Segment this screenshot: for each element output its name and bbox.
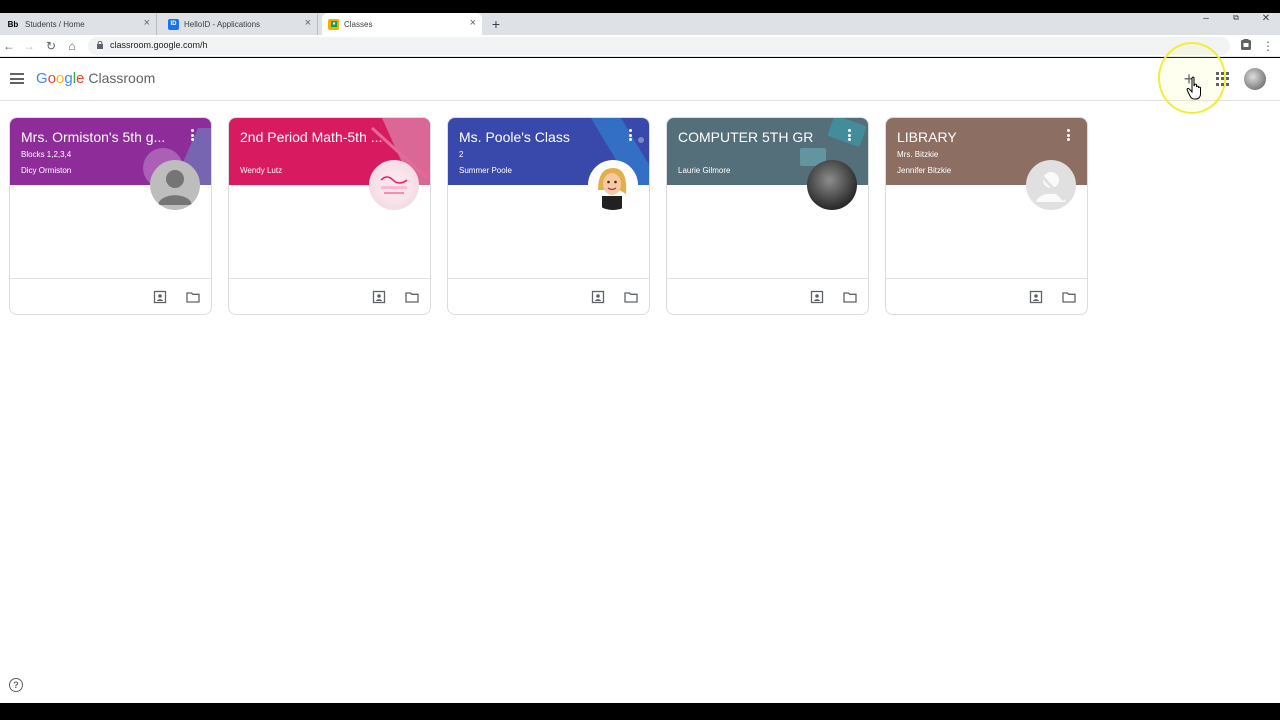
reload-button[interactable]: ↻ bbox=[42, 37, 60, 55]
teacher-name: Laurie Gilmore bbox=[678, 166, 731, 175]
lock-icon bbox=[97, 41, 103, 49]
classroom-icon bbox=[328, 18, 339, 30]
class-title[interactable]: Mrs. Ormiston's 5th g... bbox=[21, 129, 181, 145]
card-footer bbox=[229, 278, 430, 314]
helloid-icon: ID bbox=[168, 18, 179, 30]
teacher-name: Jennifer Bitzkie bbox=[897, 166, 952, 175]
account-avatar[interactable] bbox=[1244, 68, 1266, 90]
class-title[interactable]: COMPUTER 5TH GR bbox=[678, 129, 838, 145]
folder-icon[interactable] bbox=[624, 290, 638, 304]
more-options-icon[interactable] bbox=[1067, 129, 1073, 143]
new-tab-button[interactable]: + bbox=[488, 13, 504, 35]
gradebook-icon[interactable] bbox=[153, 290, 167, 304]
tab-classes[interactable]: Classes × bbox=[322, 13, 482, 35]
card-footer bbox=[886, 278, 1087, 314]
browser-menu-button[interactable]: ⋮ bbox=[1262, 37, 1274, 55]
classroom-page: Google Classroom + Mrs. Ormiston's 5th g… bbox=[0, 42, 1280, 703]
back-button[interactable]: ← bbox=[0, 37, 18, 55]
product-name: Classroom bbox=[88, 70, 156, 86]
gradebook-icon[interactable] bbox=[591, 290, 605, 304]
default-person-avatar-icon bbox=[150, 160, 200, 210]
tab-title: Students / Home bbox=[25, 19, 85, 29]
address-bar[interactable]: classroom.google.com/h bbox=[88, 37, 1230, 55]
class-cards: Mrs. Ormiston's 5th g... Blocks 1,2,3,4 … bbox=[9, 117, 1109, 317]
class-card[interactable]: Ms. Poole's Class 2 Summer Poole bbox=[447, 117, 650, 315]
forward-button[interactable]: → bbox=[20, 37, 38, 55]
card-footer bbox=[10, 278, 211, 314]
class-title[interactable]: LIBRARY bbox=[897, 129, 1057, 145]
more-options-icon[interactable] bbox=[629, 129, 635, 143]
tab-helloid[interactable]: ID HelloID - Applications × bbox=[162, 13, 318, 35]
bitmoji-avatar bbox=[588, 160, 638, 210]
class-section: 2 bbox=[459, 150, 464, 159]
class-card[interactable]: 2nd Period Math-5th ... Wendy Lutz bbox=[228, 117, 431, 315]
teacher-name: Dicy Ormiston bbox=[21, 166, 72, 175]
class-card[interactable]: Mrs. Ormiston's 5th g... Blocks 1,2,3,4 … bbox=[9, 117, 212, 315]
class-card[interactable]: LIBRARY Mrs. Bitzkie Jennifer Bitzkie bbox=[885, 117, 1088, 315]
close-window-button[interactable]: ✕ bbox=[1256, 13, 1276, 27]
class-title[interactable]: Ms. Poole's Class bbox=[459, 129, 619, 145]
url-text: classroom.google.com/h bbox=[110, 40, 208, 50]
maximize-button[interactable]: ⧉ bbox=[1226, 13, 1246, 27]
class-section: Blocks 1,2,3,4 bbox=[21, 150, 72, 159]
tab-strip: Bb Students / Home × ID HelloID - Applic… bbox=[0, 13, 1280, 35]
tab-title: HelloID - Applications bbox=[184, 19, 261, 29]
class-title[interactable]: 2nd Period Math-5th ... bbox=[240, 129, 400, 145]
folder-icon[interactable] bbox=[1062, 290, 1076, 304]
close-icon[interactable]: × bbox=[144, 17, 150, 29]
more-options-icon[interactable] bbox=[848, 129, 854, 143]
card-footer bbox=[448, 278, 649, 314]
logo-letter: o bbox=[47, 70, 57, 87]
folder-icon[interactable] bbox=[186, 290, 200, 304]
logo-letter: g bbox=[64, 70, 73, 87]
minimize-button[interactable]: – bbox=[1196, 13, 1216, 27]
logo-letter: G bbox=[36, 70, 48, 87]
browser-toolbar: ← → ↻ ⌂ classroom.google.com/h ⋮ bbox=[0, 35, 1280, 57]
gradebook-icon[interactable] bbox=[1029, 290, 1043, 304]
close-icon[interactable]: × bbox=[470, 17, 476, 29]
help-button[interactable]: ? bbox=[9, 678, 23, 692]
no-photo-avatar-icon bbox=[1026, 160, 1076, 210]
teacher-name: Summer Poole bbox=[459, 166, 512, 175]
hand-cursor-icon bbox=[1186, 76, 1201, 100]
more-options-icon[interactable] bbox=[191, 129, 197, 143]
teacher-photo-avatar bbox=[807, 160, 857, 210]
class-section: Mrs. Bitzkie bbox=[897, 150, 939, 159]
teacher-name: Wendy Lutz bbox=[240, 166, 283, 175]
google-wordmark: Google bbox=[36, 70, 84, 87]
card-footer bbox=[667, 278, 868, 314]
main-menu-icon[interactable] bbox=[10, 73, 24, 84]
close-icon[interactable]: × bbox=[305, 17, 311, 29]
google-apps-icon[interactable] bbox=[1216, 72, 1230, 86]
tab-title: Classes bbox=[344, 19, 373, 29]
screen: Bb Students / Home × ID HelloID - Applic… bbox=[0, 0, 1280, 720]
app-bar: Google Classroom + bbox=[0, 42, 1280, 114]
google-classroom-logo[interactable]: Google Classroom bbox=[36, 70, 155, 87]
class-card[interactable]: COMPUTER 5TH GR Laurie Gilmore bbox=[666, 117, 869, 315]
folder-icon[interactable] bbox=[405, 290, 419, 304]
gradebook-icon[interactable] bbox=[810, 290, 824, 304]
extension-icon[interactable] bbox=[1239, 38, 1253, 52]
folder-icon[interactable] bbox=[843, 290, 857, 304]
logo-letter: e bbox=[76, 70, 85, 87]
tab-students-home[interactable]: Bb Students / Home × bbox=[0, 13, 157, 35]
teacher-photo-avatar bbox=[369, 160, 419, 210]
home-button[interactable]: ⌂ bbox=[63, 37, 81, 55]
gradebook-icon[interactable] bbox=[372, 290, 386, 304]
blackboard-icon: Bb bbox=[7, 19, 19, 29]
